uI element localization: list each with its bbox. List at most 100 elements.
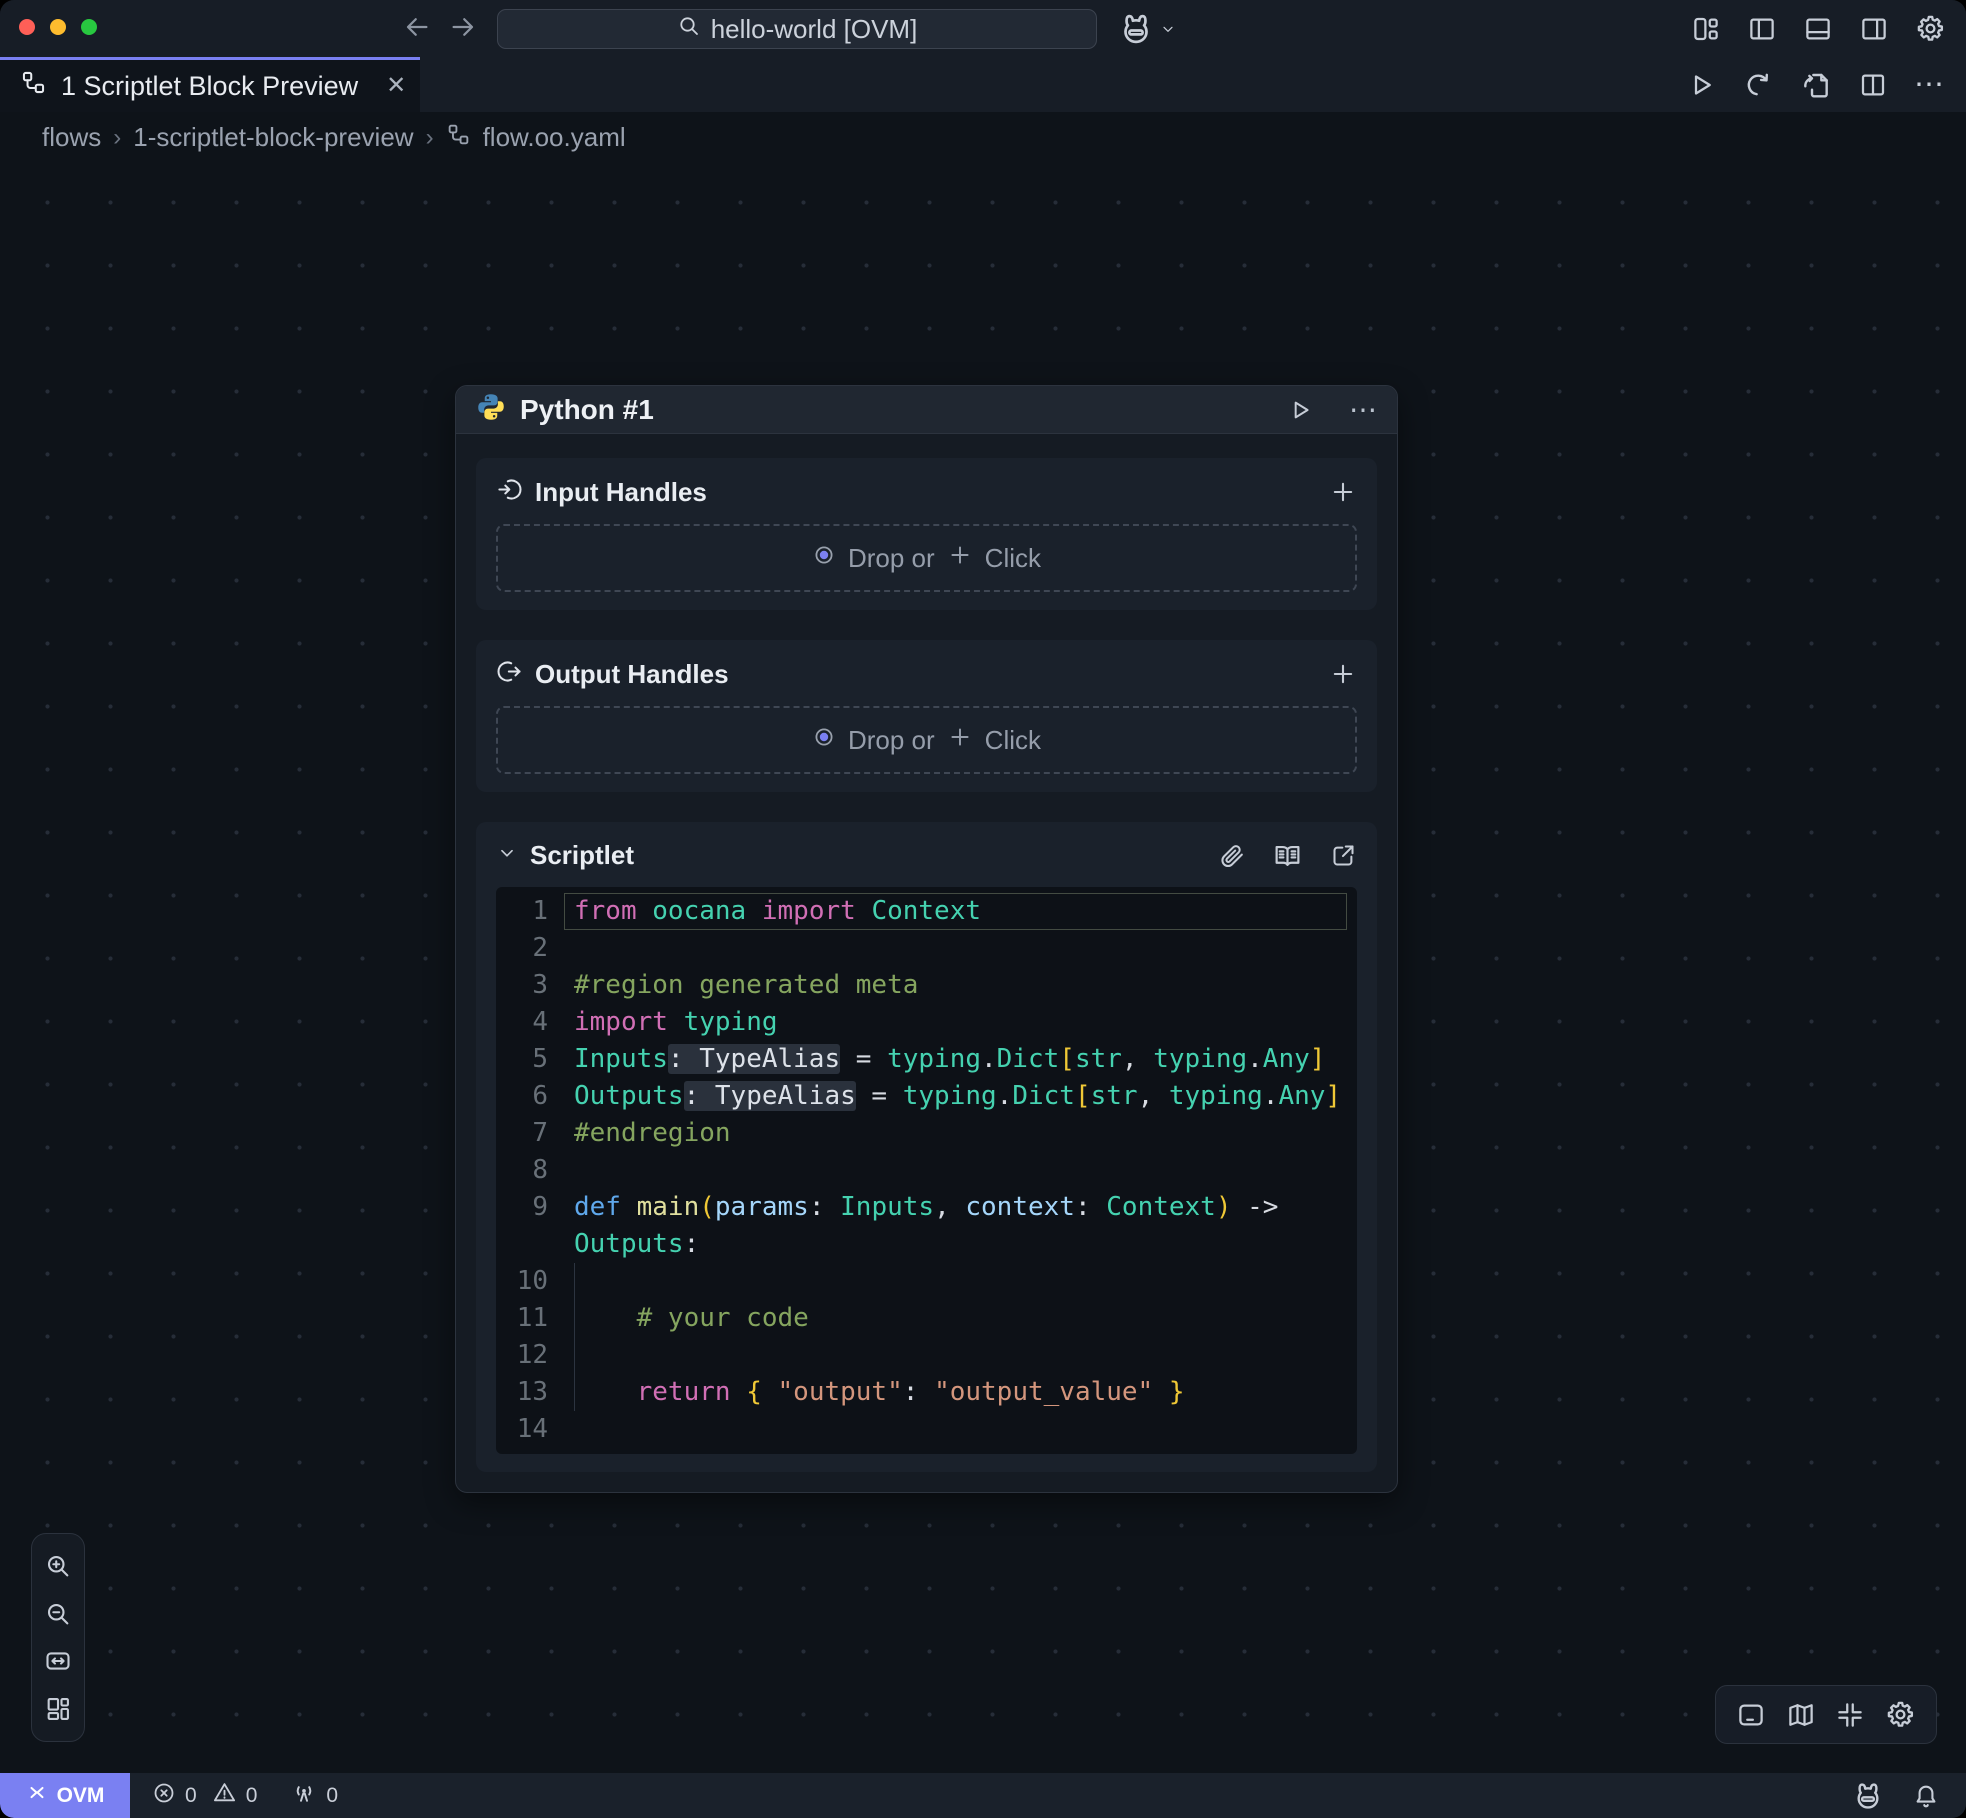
app-window: hello-world [OVM] 1 Script	[0, 0, 1966, 1818]
output-handles-section: Output Handles Drop or Click	[476, 640, 1377, 792]
input-handles-dropzone[interactable]: Drop or Click	[496, 524, 1357, 592]
zoom-in-icon[interactable]	[44, 1552, 72, 1580]
tab-scriptlet-block-preview[interactable]: 1 Scriptlet Block Preview ✕	[0, 57, 420, 112]
dropzone-prefix: Drop or	[848, 543, 935, 574]
tab-bar: 1 Scriptlet Block Preview ✕ ⋯	[0, 57, 1966, 112]
remote-indicator[interactable]: OVM	[0, 1773, 130, 1818]
code-line: 3#region generated meta	[496, 967, 1347, 1004]
open-preview-icon[interactable]	[1800, 69, 1832, 101]
line-code	[564, 1337, 1347, 1374]
more-actions-icon[interactable]: ⋯	[1914, 67, 1944, 102]
handle-radio-icon	[812, 725, 836, 756]
toggle-primary-sidebar-icon[interactable]	[1747, 14, 1777, 44]
fit-view-icon[interactable]	[1835, 1700, 1865, 1730]
toggle-panel-icon[interactable]	[1803, 14, 1833, 44]
line-number: 8	[496, 1152, 548, 1189]
settings-gear-icon[interactable]	[1915, 13, 1946, 44]
tab-close-icon[interactable]: ✕	[386, 74, 406, 98]
minimize-window-button[interactable]	[50, 19, 66, 35]
input-handles-label: Input Handles	[535, 477, 1317, 508]
node-run-icon[interactable]	[1287, 397, 1313, 423]
errors-icon	[152, 1781, 176, 1811]
node-more-icon[interactable]: ⋯	[1349, 393, 1377, 426]
customize-layout-icon[interactable]	[1691, 14, 1721, 44]
warnings-count: 0	[246, 1784, 258, 1808]
code-line: 1from oocana import Context	[496, 893, 1347, 930]
broadcast-tower-icon	[291, 1780, 317, 1812]
code-line: 11 # your code	[496, 1300, 1347, 1337]
line-code: Inputs: TypeAlias = typing.Dict[str, typ…	[564, 1041, 1347, 1078]
zoom-window-button[interactable]	[81, 19, 97, 35]
scriptlet-label: Scriptlet	[530, 840, 1206, 871]
search-icon	[677, 14, 701, 45]
bunny-icon[interactable]	[1852, 1780, 1884, 1812]
remote-icon	[26, 1782, 48, 1810]
code-line: 5 Inputs: TypeAlias = typing.Dict[str, ty…	[496, 1041, 1347, 1078]
code-line: 13 return { "output": "output_value" }	[496, 1374, 1347, 1411]
input-handles-section: Input Handles Drop or Click	[476, 458, 1377, 610]
canvas-settings-gear-icon[interactable]	[1885, 1699, 1916, 1730]
flow-icon	[446, 122, 471, 154]
ports-indicator[interactable]: 0	[291, 1780, 338, 1812]
remote-label: OVM	[57, 1784, 105, 1808]
open-external-icon[interactable]	[1330, 841, 1357, 870]
rerun-icon[interactable]	[1742, 69, 1774, 101]
code-line: 10	[496, 1263, 1347, 1300]
breadcrumb-item-folder[interactable]: 1-scriptlet-block-preview	[133, 122, 413, 153]
problems-indicator[interactable]: 0 0	[152, 1780, 257, 1811]
line-code: import typing	[564, 1004, 1347, 1041]
run-flow-icon[interactable]	[1686, 70, 1716, 100]
docs-book-icon[interactable]	[1273, 841, 1302, 870]
forward-icon[interactable]	[448, 12, 478, 42]
notifications-bell-icon[interactable]	[1912, 1782, 1940, 1810]
output-handles-dropzone[interactable]: Drop or Click	[496, 706, 1357, 774]
node-header[interactable]: Python #1 ⋯	[456, 386, 1397, 434]
add-input-handle-icon[interactable]	[1329, 478, 1357, 506]
line-number: 9	[496, 1189, 548, 1226]
zoom-out-icon[interactable]	[44, 1600, 72, 1628]
node-card-python-1[interactable]: Python #1 ⋯ Input Handles Drop or	[455, 385, 1398, 1493]
line-number: 6	[496, 1078, 548, 1115]
toggle-console-icon[interactable]	[1736, 1700, 1766, 1730]
python-logo-icon	[476, 392, 506, 427]
breadcrumb-item-flows[interactable]: flows	[42, 122, 101, 153]
code-line: 12	[496, 1337, 1347, 1374]
assistant-menu[interactable]	[1118, 11, 1176, 52]
code-line: 2	[496, 930, 1347, 967]
line-number: 7	[496, 1115, 548, 1152]
input-handle-icon	[496, 476, 523, 508]
node-title: Python #1	[520, 394, 1273, 426]
line-number	[496, 1226, 548, 1263]
auto-layout-icon[interactable]	[44, 1695, 72, 1723]
code-line: 14	[496, 1411, 1347, 1448]
split-editor-icon[interactable]	[1858, 70, 1888, 100]
line-code: return { "output": "output_value" }	[564, 1374, 1347, 1411]
output-handles-label: Output Handles	[535, 659, 1317, 690]
back-icon[interactable]	[402, 12, 432, 42]
line-code	[564, 930, 1347, 967]
line-number: 11	[496, 1300, 548, 1337]
tab-label: 1 Scriptlet Block Preview	[61, 71, 358, 102]
dropzone-action: Click	[985, 725, 1041, 756]
dropzone-prefix: Drop or	[848, 725, 935, 756]
fit-width-icon[interactable]	[44, 1647, 72, 1675]
code-editor[interactable]: 1from oocana import Context23#region gen…	[496, 887, 1357, 1454]
breadcrumb-item-file[interactable]: flow.oo.yaml	[483, 122, 626, 153]
toggle-secondary-sidebar-icon[interactable]	[1859, 14, 1889, 44]
collapse-chevron-icon[interactable]	[496, 842, 518, 869]
line-code: from oocana import Context	[564, 893, 1347, 930]
titlebar: hello-world [OVM]	[0, 0, 1966, 57]
line-code	[564, 1411, 1347, 1448]
code-line: 8	[496, 1152, 1347, 1189]
add-output-handle-icon[interactable]	[1329, 660, 1357, 688]
close-window-button[interactable]	[19, 19, 35, 35]
line-number: 13	[496, 1374, 548, 1411]
minimap-icon[interactable]	[1786, 1700, 1816, 1730]
command-center-search[interactable]: hello-world [OVM]	[497, 9, 1097, 49]
line-number: 5	[496, 1041, 548, 1078]
line-code: Outputs: TypeAlias = typing.Dict[str, ty…	[564, 1078, 1347, 1115]
line-code	[564, 1263, 1347, 1300]
line-code: # your code	[564, 1300, 1347, 1337]
attach-file-icon[interactable]	[1218, 841, 1245, 870]
code-line: 9def main(params: Inputs, context: Conte…	[496, 1189, 1347, 1226]
